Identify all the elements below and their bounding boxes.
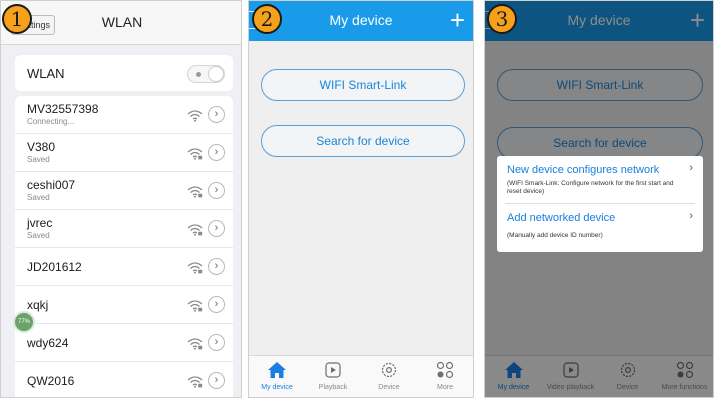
step-badge-2: 2 [252,4,282,34]
wifi-icon [187,109,203,122]
wifi-lock-icon [187,185,203,198]
network-status: Saved [27,193,50,202]
wifi-lock-icon [187,147,203,160]
wlan-toggle-row: WLAN [15,55,233,91]
info-chevron-icon[interactable]: › [208,334,225,351]
add-device-menu: New device configures network › (WIFI Sm… [497,156,703,252]
info-chevron-icon[interactable]: › [208,144,225,161]
network-list: MV32557398 Connecting... › V380 Saved › ceshi0… [15,96,233,397]
chevron-right-icon: › [689,210,693,222]
menu-item-description: (WIFI Smark-Link: Configure network for … [507,180,674,195]
network-name: ceshi007 [27,178,76,192]
network-status: Saved [27,155,50,164]
network-row[interactable]: V380 Saved › [15,134,233,172]
network-name: xqkj [27,298,49,312]
tab-label: Playback [318,384,348,391]
network-row[interactable]: QW2016 › [15,362,233,397]
add-icon[interactable]: + [450,5,465,35]
network-row[interactable]: wdy624 › [15,324,233,362]
wifi-smart-link-button[interactable]: WIFI Smart-Link [261,69,465,101]
network-name: JD201612 [27,260,82,274]
tab-play[interactable]: Playback [305,356,361,397]
play-icon [323,361,343,379]
wifi-lock-icon [187,261,203,274]
network-name: QW2016 [27,374,75,388]
network-name: V380 [27,140,56,154]
network-row[interactable]: MV32557398 Connecting... › [15,96,233,134]
info-chevron-icon[interactable]: › [208,182,225,199]
info-chevron-icon[interactable]: › [208,372,225,389]
menu-item-add-networked[interactable]: Add networked device › (Manually add dev… [497,204,703,252]
wifi-lock-icon [187,223,203,236]
wlan-label: WLAN [27,66,65,81]
home-icon [267,361,287,379]
tab-label: My device [261,384,293,391]
tab-grid[interactable]: More [417,356,473,397]
info-chevron-icon[interactable]: › [208,296,225,313]
info-chevron-icon[interactable]: › [208,220,225,237]
nav-bar: ttings WLAN [1,1,241,45]
page-title: WLAN [101,14,143,30]
info-chevron-icon[interactable]: › [208,258,225,275]
step-badge-3: 3 [487,4,517,34]
wifi-lock-icon [187,299,203,312]
network-status: Saved [27,231,50,240]
step-badge-1: 1 [2,4,32,34]
menu-item-description: (Manually add device ID number) [507,232,603,239]
tab-gear[interactable]: Device [361,356,417,397]
network-name: jvrec [27,216,53,230]
page-title: My device [329,12,393,28]
tab-label: More [437,384,453,391]
floating-assist-ball[interactable]: 77% [13,311,35,333]
grid-icon [435,361,455,379]
toggle-knob [208,66,224,82]
wifi-lock-icon [187,337,203,350]
menu-item-new-device[interactable]: New device configures network › (WIFI Sm… [497,156,703,203]
tab-home[interactable]: My device [249,356,305,397]
network-row[interactable]: ceshi007 Saved › [15,172,233,210]
search-device-button[interactable]: Search for device [261,125,465,157]
toggle-off-indicator [196,72,201,77]
wlan-settings-screen: ttings WLAN WLAN MV32557398 Connecting...… [0,0,242,398]
menu-item-title: New device configures network [507,164,660,176]
my-device-screen: o My device + WIFI Smart-Link Search for… [248,0,474,398]
network-row[interactable]: jvrec Saved › [15,210,233,248]
gear-icon [379,361,399,379]
network-name: MV32557398 [27,102,99,116]
info-chevron-icon[interactable]: › [208,106,225,123]
network-row[interactable]: xqkj › [15,286,233,324]
wifi-lock-icon [187,375,203,388]
app-header: o My device + [249,1,473,41]
tab-bar: My device Playback Device More [249,355,473,397]
my-device-menu-screen: o My device + WIFI Smart-Link Search for… [484,0,714,398]
network-row[interactable]: JD201612 › [15,248,233,286]
network-status: Connecting... [27,117,75,126]
chevron-right-icon: › [689,162,693,174]
network-name: wdy624 [27,336,69,350]
wlan-toggle[interactable] [187,65,225,83]
tab-label: Device [378,384,400,391]
menu-item-title: Add networked device [507,212,616,224]
